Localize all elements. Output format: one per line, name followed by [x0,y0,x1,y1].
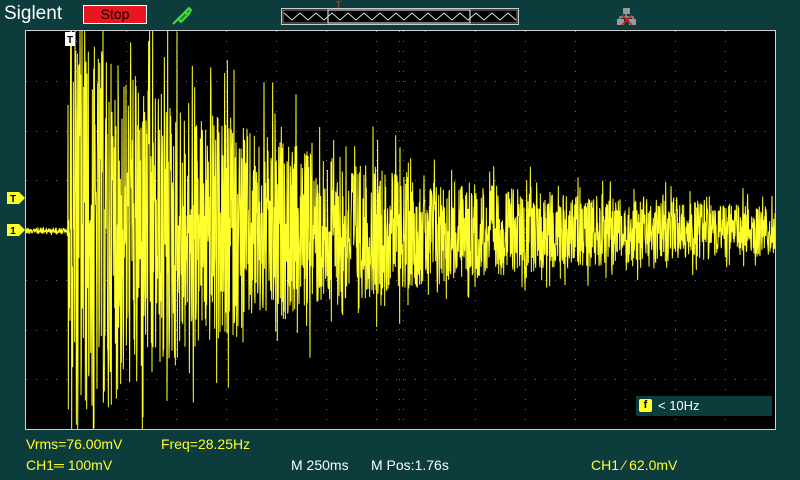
svg-text:T: T [10,194,16,204]
ch1-trace [26,31,775,429]
filter-icon: f [639,399,652,412]
brand-label: Siglent [4,3,63,24]
memory-depth-bar [281,8,519,25]
trigger-position-flag: T [65,32,75,46]
waveform-canvas[interactable]: T [26,31,775,429]
waveform-display[interactable]: T [25,30,776,430]
trigger-setting: CH1 ∕ 62.0mV [591,457,678,473]
ch1-ground-marker[interactable]: 1 [7,224,25,236]
trigger-position-marker: T [336,0,342,10]
probe-icon [172,6,193,25]
trigger-filter-label: < 10Hz [658,398,700,413]
svg-text:T: T [67,35,73,46]
timebase-scale: M 250ms [291,457,349,473]
horizontal-position: M Pos:1.76s [371,457,449,473]
trigger-filter-panel: f < 10Hz [636,396,772,416]
memory-waveform-icon [282,9,518,24]
ch1-scale: CH1═ 100mV [26,457,113,473]
top-bar: Siglent Stop T [0,0,800,30]
trigger-level-marker[interactable]: T [7,192,25,204]
freq-measurement: Freq=28.25Hz [161,436,251,452]
run-stop-indicator[interactable]: Stop [83,5,147,24]
vrms-measurement: Vrms=76.00mV [26,436,123,452]
svg-text:1: 1 [10,226,16,236]
network-icon [617,8,636,26]
